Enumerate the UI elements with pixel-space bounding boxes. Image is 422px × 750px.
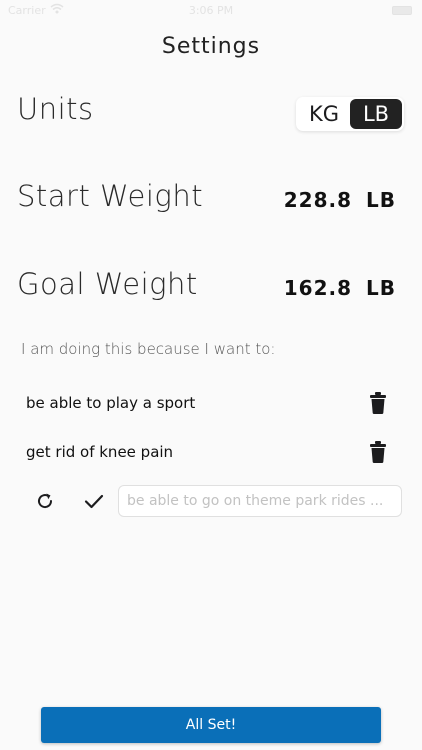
trash-icon[interactable] xyxy=(370,392,386,414)
start-weight-label: Start Weight xyxy=(17,179,204,213)
battery-icon xyxy=(392,6,412,15)
unit-option-kg[interactable]: KG xyxy=(298,99,350,129)
goal-weight-unit: LB xyxy=(366,276,396,300)
units-label: Units xyxy=(17,92,94,126)
new-reason-input[interactable] xyxy=(118,485,402,517)
status-bar: Carrier 3:06 PM xyxy=(0,0,422,22)
start-weight-unit: LB xyxy=(366,188,396,212)
reason-item: get rid of knee pain xyxy=(0,436,422,470)
reason-text: get rid of knee pain xyxy=(26,443,174,461)
reasons-heading: I am doing this because I want to: xyxy=(21,340,276,358)
unit-toggle[interactable]: KG LB xyxy=(296,97,404,131)
all-set-button[interactable]: All Set! xyxy=(41,707,381,743)
goal-weight-value: 162.8 xyxy=(283,276,353,300)
trash-icon[interactable] xyxy=(370,441,386,463)
status-time: 3:06 PM xyxy=(188,4,234,17)
reason-text: be able to play a sport xyxy=(26,394,196,412)
checkmark-icon[interactable] xyxy=(83,490,105,512)
start-weight-value: 228.8 xyxy=(283,188,353,212)
unit-option-lb[interactable]: LB xyxy=(350,99,402,129)
refresh-icon[interactable] xyxy=(34,490,56,512)
page-title: Settings xyxy=(161,34,261,59)
goal-weight-value-display[interactable]: 162.8 LB xyxy=(284,276,396,300)
start-weight-value-display[interactable]: 228.8 LB xyxy=(284,188,396,212)
new-reason-row xyxy=(0,484,422,518)
reason-item: be able to play a sport xyxy=(0,387,422,421)
goal-weight-label: Goal Weight xyxy=(17,267,198,301)
settings-screen: Carrier 3:06 PM Settings Units KG LB Sta… xyxy=(0,0,422,750)
